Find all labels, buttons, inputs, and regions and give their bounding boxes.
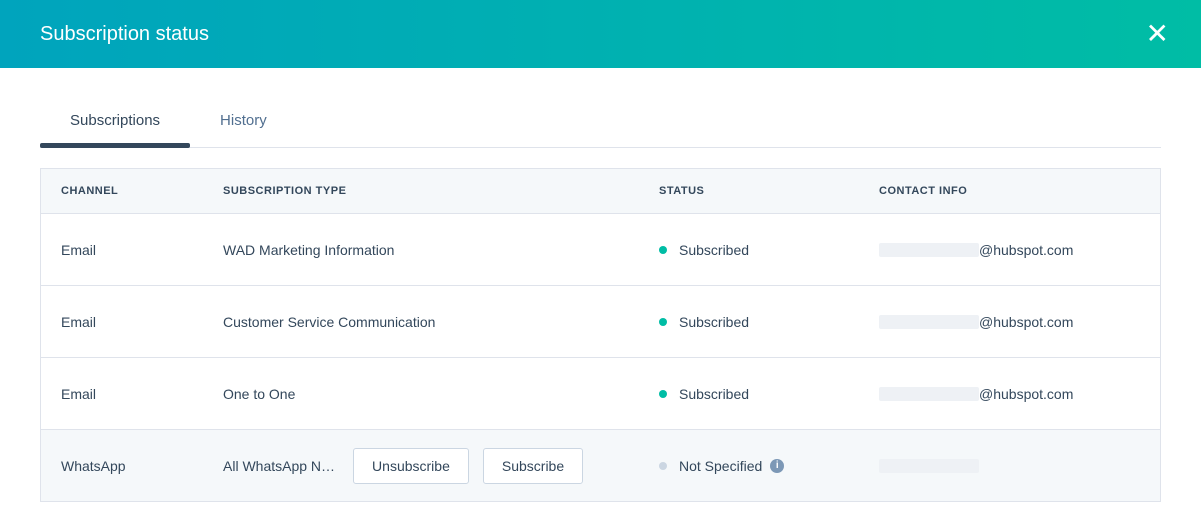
table-body: EmailWAD Marketing InformationSubscribed… [41, 214, 1160, 502]
info-icon[interactable]: i [770, 459, 784, 473]
status-label: Not Specified [679, 458, 762, 474]
column-header-status: STATUS [659, 185, 879, 197]
status-label: Subscribed [679, 386, 749, 402]
cell-status: Subscribed [659, 314, 879, 330]
cell-channel: Email [61, 314, 223, 330]
cell-type: Customer Service Communication [223, 314, 659, 330]
column-header-channel: CHANNEL [61, 185, 223, 197]
type-label: Customer Service Communication [223, 314, 435, 330]
table-row: EmailOne to One Subscribed @hubspot.com [41, 358, 1160, 430]
redacted-contact [879, 315, 979, 329]
cell-contact: @hubspot.com [879, 386, 1140, 402]
type-label: WAD Marketing Information [223, 242, 394, 258]
subscriptions-table: CHANNEL SUBSCRIPTION TYPE STATUS CONTACT… [40, 168, 1161, 502]
cell-channel: Email [61, 242, 223, 258]
redacted-contact [879, 387, 979, 401]
status-label: Subscribed [679, 242, 749, 258]
tab-history[interactable]: History [190, 112, 297, 147]
cell-type: WAD Marketing Information [223, 242, 659, 258]
cell-status: Not Specified i [659, 458, 879, 474]
status-label: Subscribed [679, 314, 749, 330]
column-header-contact: CONTACT INFO [879, 185, 1140, 197]
cell-contact: @hubspot.com [879, 242, 1140, 258]
status-dot-icon [659, 246, 667, 254]
cell-channel: WhatsApp [61, 458, 223, 474]
column-header-type: SUBSCRIPTION TYPE [223, 185, 659, 197]
modal-header: Subscription status ✕ [0, 0, 1201, 68]
status-dot-icon [659, 390, 667, 398]
redacted-contact [879, 459, 979, 473]
contact-domain: @hubspot.com [979, 386, 1073, 402]
modal-title: Subscription status [40, 23, 209, 46]
subscribe-button[interactable]: Subscribe [483, 448, 583, 484]
modal-content: SubscriptionsHistory CHANNEL SUBSCRIPTIO… [0, 68, 1201, 502]
cell-type: One to One [223, 386, 659, 402]
close-icon[interactable]: ✕ [1146, 20, 1169, 48]
type-label: All WhatsApp N… [223, 458, 335, 474]
cell-status: Subscribed [659, 242, 879, 258]
table-row: EmailCustomer Service Communication Subsc… [41, 286, 1160, 358]
contact-domain: @hubspot.com [979, 242, 1073, 258]
status-dot-icon [659, 318, 667, 326]
cell-type: All WhatsApp N… Unsubscribe Subscribe [223, 448, 659, 484]
unsubscribe-button[interactable]: Unsubscribe [353, 448, 469, 484]
tabs: SubscriptionsHistory [40, 112, 1161, 148]
tab-subscriptions[interactable]: Subscriptions [40, 112, 190, 147]
table-row: EmailWAD Marketing Information Subscribed… [41, 214, 1160, 286]
type-label: One to One [223, 386, 295, 402]
table-row: WhatsAppAll WhatsApp N… Unsubscribe Subscr… [41, 430, 1160, 502]
table-header: CHANNEL SUBSCRIPTION TYPE STATUS CONTACT… [41, 169, 1160, 214]
cell-channel: Email [61, 386, 223, 402]
cell-contact: @hubspot.com [879, 314, 1140, 330]
cell-status: Subscribed [659, 386, 879, 402]
status-dot-icon [659, 462, 667, 470]
redacted-contact [879, 243, 979, 257]
cell-contact [879, 459, 1140, 473]
contact-domain: @hubspot.com [979, 314, 1073, 330]
